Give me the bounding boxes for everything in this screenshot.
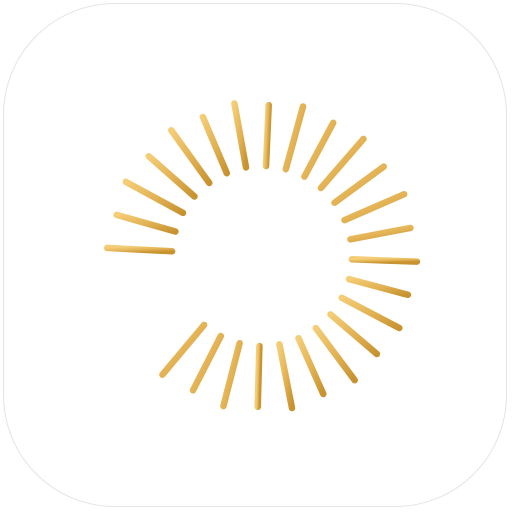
sunburst-ray: [199, 113, 231, 177]
sunburst-ray: [113, 211, 179, 235]
sunburst-ray: [254, 342, 263, 411]
sunburst-ray: [301, 119, 337, 180]
sunburst-ray: [220, 339, 243, 410]
sunburst-ray: [276, 341, 296, 412]
sunburst-rays: [103, 100, 421, 412]
screen: [0, 0, 512, 512]
sunburst-ray: [159, 321, 208, 378]
sunburst-ray: [317, 135, 367, 192]
sunburst-ray: [168, 127, 213, 187]
sunburst-ray: [189, 332, 225, 394]
sunburst-c-logo-icon: [103, 100, 421, 412]
sunburst-ray: [262, 101, 272, 170]
sunburst-ray: [103, 244, 176, 255]
sunburst-ray: [231, 100, 250, 171]
sunburst-ray: [327, 311, 381, 358]
sunburst-ray: [282, 103, 307, 173]
sunburst-ray: [338, 294, 403, 332]
sunburst-ray: [312, 324, 358, 384]
sunburst-ray: [347, 224, 414, 243]
sunburst-ray: [341, 190, 408, 224]
sunburst-ray: [345, 275, 412, 299]
sunburst-ray: [295, 334, 327, 398]
sunburst-ray: [348, 256, 421, 265]
sunburst-ray: [145, 152, 198, 200]
sunburst-ray: [331, 163, 387, 206]
sunburst-ray: [122, 178, 187, 217]
